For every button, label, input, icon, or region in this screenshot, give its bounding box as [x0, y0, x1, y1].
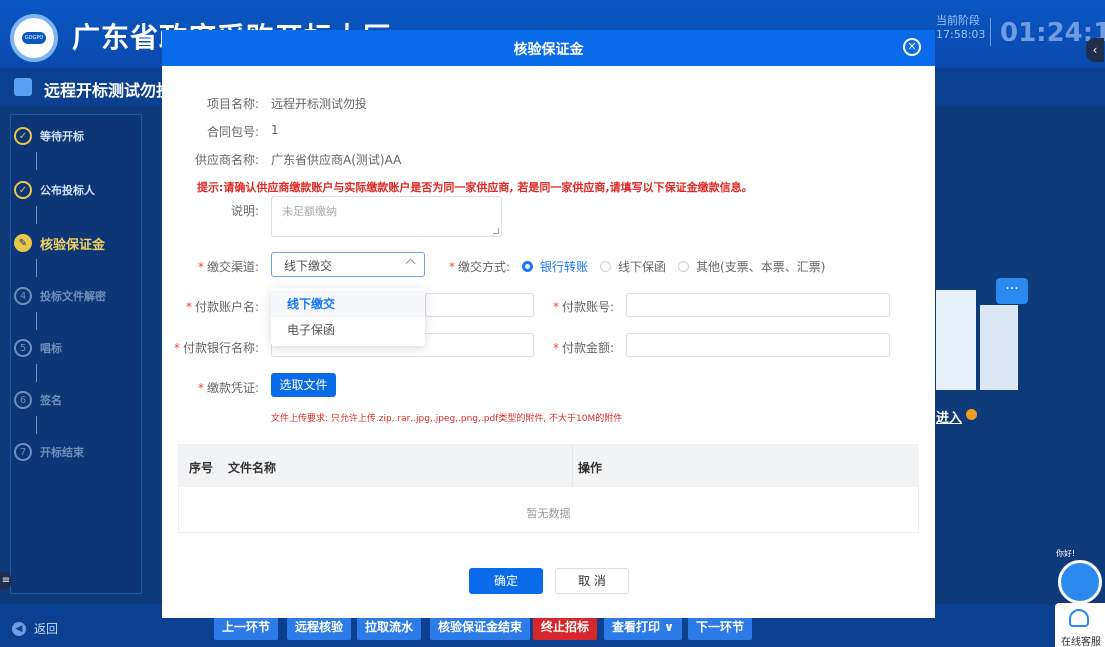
verify-deposit-dialog: 核验保证金 ✕ 项目名称: 远程开标测试勿投 合同包号: 1 供应商名称: 广东…	[162, 30, 935, 618]
step-number: 4	[14, 287, 32, 305]
supplier-name-label: 供应商名称:	[194, 153, 259, 167]
chat-bubble-icon: ···	[996, 278, 1028, 304]
step-label: 开标结束	[40, 446, 84, 459]
channel-dropdown: 线下缴交 电子保函	[271, 288, 425, 346]
logo: GDGPO	[10, 14, 58, 62]
radio-bank-transfer[interactable]: 银行转账	[522, 258, 588, 275]
col-index: 序号	[189, 461, 214, 475]
step-7[interactable]: 7 开标结束	[14, 442, 84, 462]
dialog-header: 核验保证金 ✕	[162, 30, 935, 66]
back-button[interactable]: ◀ 返回	[12, 620, 58, 637]
payer-account-label: * 付款账号:	[552, 300, 614, 314]
step-label: 唱标	[40, 342, 62, 355]
step-connector	[36, 259, 37, 277]
step-connector	[36, 364, 37, 382]
layers-icon	[14, 78, 32, 96]
payer-bank-label: * 付款银行名称:	[173, 341, 259, 355]
step-label: 公布投标人	[40, 184, 95, 197]
supplier-name-value: 广东省供应商A(测试)AA	[271, 153, 402, 167]
radio-dot[interactable]	[678, 261, 690, 272]
method-label: * 缴交方式:	[448, 260, 510, 274]
channel-option-electronic[interactable]: 电子保函	[271, 317, 425, 343]
amount-input[interactable]	[626, 333, 890, 357]
collapse-chevron-icon[interactable]: ‹	[1086, 38, 1104, 62]
check-icon: ✓	[14, 127, 32, 145]
file-table: 序号 文件名称 操作 暂无数据	[178, 444, 919, 533]
check-icon: ✓	[14, 181, 32, 199]
header-stage-info: 当前阶段 17:58:03	[936, 14, 985, 42]
edit-icon: ✎	[14, 234, 32, 252]
table-header: 序号 文件名称 操作	[179, 445, 918, 487]
step-3[interactable]: ✎ 核验保证金	[14, 233, 105, 253]
robot-greeting: 你好!	[1056, 549, 1076, 558]
amount-label: * 付款金额:	[552, 341, 614, 355]
arrow-right-icon[interactable]	[966, 409, 977, 420]
step-2[interactable]: ✓ 公布投标人	[14, 180, 95, 200]
step-4[interactable]: 4 投标文件解密	[14, 286, 106, 306]
online-service-button[interactable]: 在线客服	[1055, 603, 1105, 647]
back-label: 返回	[34, 622, 59, 636]
step-6[interactable]: 6 签名	[14, 390, 62, 410]
note-textarea[interactable]: 未足额缴纳	[271, 196, 502, 237]
header-stage-label: 当前阶段	[936, 14, 980, 27]
document-illustration	[936, 290, 976, 390]
step-number: 6	[14, 391, 32, 409]
back-arrow-icon: ◀	[12, 621, 26, 636]
package-no-value: 1	[271, 123, 279, 137]
online-service-label: 在线客服	[1061, 637, 1101, 647]
step-number: 7	[14, 443, 32, 461]
close-icon[interactable]: ✕	[903, 38, 921, 56]
step-connector	[36, 152, 37, 170]
header-clock: 17:58:03	[936, 28, 986, 41]
step-number: 5	[14, 339, 32, 357]
method-radio-group: 银行转账 线下保函 其他(支票、本票、汇票)	[522, 258, 837, 275]
step-label: 投标文件解密	[40, 290, 106, 303]
step-connector	[36, 416, 37, 434]
column-divider	[572, 445, 573, 487]
dialog-title: 核验保证金	[513, 42, 584, 58]
radio-other[interactable]: 其他(支票、本票、汇票)	[678, 258, 825, 275]
step-5[interactable]: 5 唱标	[14, 338, 62, 358]
step-connector	[36, 312, 37, 330]
project-title: 远程开标测试勿投	[44, 81, 173, 100]
step-label: 签名	[40, 394, 62, 407]
step-1[interactable]: ✓ 等待开标	[14, 126, 84, 146]
confirm-button[interactable]: 确定	[469, 568, 543, 594]
channel-label: * 缴交渠道:	[197, 260, 259, 274]
logo-text: GDGPO	[22, 32, 46, 44]
note-label: 说明:	[230, 204, 259, 218]
col-action: 操作	[578, 461, 603, 475]
select-file-button[interactable]: 选取文件	[271, 373, 336, 397]
upload-requirement-note: 文件上传要求: 只允许上传.zip,.rar,.jpg,.jpeg,.png,.…	[271, 414, 623, 424]
note-placeholder: 未足额缴纳	[282, 205, 337, 218]
channel-selected-value: 线下缴交	[284, 259, 333, 273]
header-divider	[990, 18, 991, 46]
col-filename: 文件名称	[228, 461, 277, 475]
project-name-value: 远程开标测试勿投	[271, 97, 368, 111]
radio-dot[interactable]	[600, 261, 612, 272]
payer-account-input[interactable]	[626, 293, 890, 317]
resize-handle-icon[interactable]	[493, 228, 499, 234]
payer-name-input[interactable]	[425, 293, 534, 317]
step-label: 等待开标	[40, 130, 84, 143]
radio-offline-guarantee[interactable]: 线下保函	[600, 258, 666, 275]
robot-assistant-icon[interactable]	[1058, 560, 1102, 604]
chevron-up-icon	[405, 258, 416, 269]
table-empty-text: 暂无数据	[526, 507, 571, 520]
headset-icon	[1069, 609, 1089, 627]
step-connector	[36, 206, 37, 224]
payer-name-label: * 付款账户名:	[185, 300, 259, 314]
project-name-label: 项目名称:	[206, 97, 259, 111]
step-label: 核验保证金	[40, 237, 106, 253]
channel-select[interactable]: 线下缴交	[271, 252, 425, 277]
radio-dot[interactable]	[522, 261, 533, 272]
warning-tip: 提示:请确认供应商缴款账户与实际缴款账户是否为同一家供应商, 若是同一家供应商,…	[197, 181, 753, 194]
cancel-button[interactable]: 取 消	[555, 568, 629, 594]
package-no-label: 合同包号:	[206, 125, 259, 139]
voucher-label: * 缴款凭证:	[197, 381, 259, 395]
channel-option-offline[interactable]: 线下缴交	[271, 291, 425, 317]
enter-link[interactable]: 进入	[936, 407, 962, 426]
document-illustration	[980, 305, 1018, 390]
